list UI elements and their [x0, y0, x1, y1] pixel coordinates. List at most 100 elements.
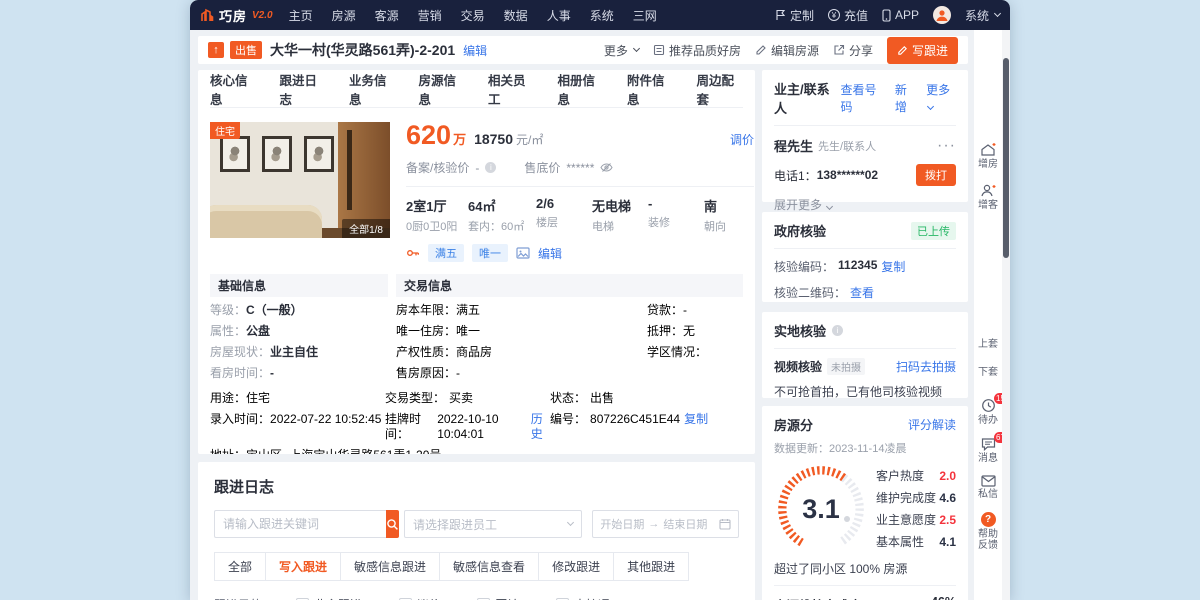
history-link[interactable]: 历史 [531, 412, 550, 442]
futab-modify[interactable]: 修改跟进 [538, 552, 615, 581]
tab-followup-log[interactable]: 跟进日志 [280, 70, 327, 108]
eye-off-icon[interactable] [600, 162, 613, 173]
menu-hr[interactable]: 人事 [547, 7, 571, 24]
view-qr-link[interactable]: 查看 [850, 284, 874, 301]
menu-listings[interactable]: 房源 [332, 7, 356, 24]
recharge-button[interactable]: ¥ 充值 [827, 7, 868, 24]
futab-sensitive-follow[interactable]: 敏感信息跟进 [340, 552, 441, 581]
user-avatar[interactable] [932, 6, 951, 24]
listing-time: 2022-10-10 10:04:01 [437, 412, 499, 441]
scrollbar-thumb[interactable] [1003, 58, 1009, 258]
price-unit: 万 [453, 132, 467, 147]
contact-more-link[interactable]: 更多 [926, 81, 956, 115]
rail-todo[interactable]: 15 待办 [976, 393, 1007, 426]
more-dropdown[interactable]: 更多 [604, 42, 640, 59]
field-label: 状态： [550, 391, 587, 405]
window-scrollbar[interactable] [1002, 30, 1010, 600]
tab-core-info[interactable]: 核心信息 [210, 70, 257, 108]
rail-up-listing[interactable]: 上套 [976, 339, 1000, 350]
menu-marketing[interactable]: 营销 [418, 7, 442, 24]
rail-add-client[interactable]: 增客 [976, 183, 1000, 211]
rail-messages[interactable]: 67 消息 [976, 432, 1007, 464]
property-summary: 住宅 全部1/8 620 万 18750 元/㎡ 调价 备案/核验价 - i 售… [210, 122, 754, 262]
score-gauge: 3.1 [774, 462, 868, 556]
tab-business-info[interactable]: 业务信息 [349, 70, 396, 108]
recharge-label: 充值 [843, 8, 868, 23]
menu-clients[interactable]: 客源 [375, 7, 399, 24]
property-photo[interactable]: 住宅 全部1/8 [210, 122, 390, 238]
info-icon[interactable]: i [485, 162, 497, 173]
field-label: 等级： [210, 303, 247, 317]
tab-album-info[interactable]: 相册信息 [558, 70, 605, 108]
edit-listing-button[interactable]: 编辑房源 [755, 42, 819, 59]
checkbox-bargain[interactable]: 议价(1) [398, 596, 455, 600]
image-icon[interactable] [516, 247, 530, 259]
rail-help-feedback[interactable]: ? 帮助反馈 [976, 512, 1000, 551]
futab-all[interactable]: 全部 [214, 552, 267, 581]
chevron-down-icon [632, 44, 640, 53]
rail-dm[interactable]: 私信 [976, 475, 1000, 500]
share-button[interactable]: 分享 [833, 42, 873, 59]
system-label: 系统 [964, 8, 989, 23]
scan-to-film-link[interactable]: 扫码去拍摄 [896, 358, 956, 375]
spec-decoration: - 装修 [648, 196, 670, 229]
view-number-link[interactable]: 查看号码 [841, 81, 887, 115]
gov-verify-card: 政府核验 已上传 核验编码： 112345 复制 核验二维码： 查看 [762, 212, 968, 302]
rail-down-listing[interactable]: 下套 [976, 367, 1000, 378]
score-dot [844, 516, 850, 522]
recommend-button[interactable]: 推荐品质好房 [653, 42, 741, 59]
spec-orientation: 南朝向 [704, 199, 726, 233]
checkbox-revisit[interactable]: 回访(1) [477, 596, 534, 600]
call-button[interactable]: 拨打 [916, 164, 956, 186]
followup-search-input[interactable] [214, 510, 386, 538]
top-arrow-badge[interactable]: ↑ [208, 42, 224, 58]
add-contact-link[interactable]: 新增 [895, 81, 918, 115]
spec-elevator: 无电梯 电梯 [592, 199, 632, 233]
customize-button[interactable]: 定制 [775, 7, 814, 24]
info-icon[interactable]: i [832, 325, 844, 336]
futab-other[interactable]: 其他跟进 [613, 552, 690, 581]
search-button[interactable] [386, 510, 399, 538]
price-info: 620 万 18750 元/㎡ 调价 备案/核验价 - i 售底价 ******… [390, 122, 754, 262]
tags-edit-link[interactable]: 编辑 [538, 245, 562, 262]
tab-surroundings[interactable]: 周边配套 [697, 70, 744, 108]
checkbox-no-answer[interactable]: 未接通(1) [556, 596, 625, 600]
copy-verify-code-link[interactable]: 复制 [881, 258, 905, 275]
staff-select[interactable]: 请选择跟进员工 [404, 510, 583, 538]
key-icon[interactable] [406, 246, 420, 260]
copy-code-link[interactable]: 复制 [684, 412, 708, 442]
expand-more-link[interactable]: 展开更多 [774, 196, 956, 213]
brand-logo[interactable]: 巧房 V2.0 [200, 6, 273, 25]
adjust-price-link[interactable]: 调价 [730, 131, 754, 148]
list-icon [653, 44, 665, 56]
rail-add-house[interactable]: 增房 [976, 142, 1000, 170]
score-explain-link[interactable]: 评分解读 [908, 416, 956, 433]
menu-deals[interactable]: 交易 [461, 7, 485, 24]
tab-related-staff[interactable]: 相关员工 [488, 70, 535, 108]
field-value: 满五 [456, 303, 481, 317]
futab-write[interactable]: 写入跟进 [265, 552, 342, 581]
menu-home[interactable]: 主页 [289, 7, 313, 24]
app-button[interactable]: APP [882, 8, 919, 22]
date-range-picker[interactable]: 开始日期 → 结束日期 [592, 510, 739, 538]
futab-sensitive-view[interactable]: 敏感信息查看 [439, 552, 540, 581]
brand-name: 巧房 [219, 8, 248, 24]
menu-system[interactable]: 系统 [590, 7, 614, 24]
field-value: 唯一 [456, 324, 481, 338]
menu-data[interactable]: 数据 [504, 7, 528, 24]
title-edit-link[interactable]: 编辑 [463, 42, 487, 59]
menu-sanwang[interactable]: 三网 [633, 7, 657, 24]
system-dropdown[interactable]: 系统 [964, 7, 1002, 24]
checkbox-owner-followup[interactable]: 业主跟进(3) [296, 596, 377, 600]
metric-label: 业主意愿度 [876, 513, 937, 527]
photo-counter[interactable]: 全部1/8 [342, 219, 390, 238]
gov-verify-title: 政府核验 [774, 224, 827, 239]
contact-ellipsis-button[interactable]: ··· [937, 137, 956, 155]
write-followup-button[interactable]: 写跟进 [886, 36, 958, 64]
tab-attachment-info[interactable]: 附件信息 [627, 70, 674, 108]
tab-listing-info[interactable]: 房源信息 [419, 70, 466, 108]
floor-price-label: 售底价 [524, 161, 561, 175]
followup-purpose-row: 跟进目的： 业主跟进(3) 议价(1) 回访(1) 未接通(1) [214, 596, 739, 600]
property-titlebar: ↑ 出售 大华一村(华灵路561弄)-2-201 编辑 更多 推荐品质好房 编辑… [198, 36, 968, 64]
chevron-down-icon [567, 518, 575, 527]
